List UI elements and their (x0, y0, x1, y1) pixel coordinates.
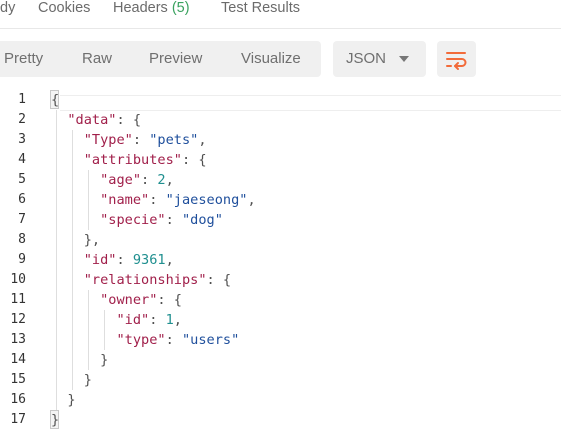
json-key: "Type" (83, 132, 133, 148)
json-punct: , (198, 132, 207, 148)
json-punct: : (149, 192, 166, 208)
tab-headers[interactable]: Headers (5) (113, 0, 190, 20)
json-punct: { (51, 92, 60, 108)
code-line: } (51, 370, 92, 390)
json-punct: : { (157, 292, 182, 308)
tab-headers-label: Headers (113, 0, 168, 16)
json-punct: : (165, 332, 182, 348)
code-line: "name": "jaeseong", (51, 190, 256, 210)
line-number: 15 (10, 372, 26, 387)
json-punct: } (51, 412, 60, 428)
format-select-value: JSON (346, 50, 387, 67)
wrap-lines-icon (446, 52, 467, 70)
line-number: 9 (18, 252, 26, 267)
line-number: 16 (10, 392, 26, 407)
json-number: 2 (157, 172, 166, 188)
json-punct: } (100, 352, 109, 368)
json-string: "dog" (181, 212, 223, 228)
format-select[interactable]: JSON (333, 41, 426, 77)
json-punct: : { (181, 152, 207, 168)
json-string: "pets" (149, 132, 199, 148)
tab-body[interactable]: dy (0, 0, 15, 20)
json-punct: : { (206, 272, 232, 288)
line-number: 3 (18, 132, 26, 147)
json-punct: }, (83, 232, 101, 248)
code-line: } (51, 390, 76, 410)
json-punct: , (165, 252, 174, 268)
code-line: } (51, 410, 59, 430)
line-number: 11 (10, 292, 26, 307)
code-line: "data": { (51, 110, 141, 130)
line-number: 2 (18, 112, 26, 127)
code-line: "id": 9361, (51, 250, 174, 270)
line-number: 1 (18, 92, 26, 107)
line-number: 8 (18, 232, 26, 247)
json-string: "users" (181, 332, 240, 348)
json-punct: : { (116, 112, 142, 128)
json-key: "data" (67, 112, 117, 128)
line-number: 7 (18, 212, 26, 227)
code-line: } (51, 350, 108, 370)
view-preview-button[interactable]: Preview (149, 41, 202, 77)
wrap-lines-button[interactable] (437, 41, 476, 77)
line-number: 13 (10, 332, 26, 347)
json-key: "name" (100, 192, 150, 208)
view-pretty-button[interactable]: Pretty (4, 41, 43, 77)
json-punct: , (165, 172, 174, 188)
json-key: "id" (116, 312, 150, 328)
code-line: "specie": "dog" (51, 210, 223, 230)
json-number: 1 (165, 312, 174, 328)
json-punct: : (165, 212, 182, 228)
code-line: "owner": { (51, 290, 182, 310)
code-line: "relationships": { (51, 270, 231, 290)
json-punct: , (247, 192, 256, 208)
view-raw-button[interactable]: Raw (82, 41, 112, 77)
json-key: "specie" (100, 212, 166, 228)
chevron-down-icon (399, 56, 409, 62)
view-mode-control: Pretty Raw Preview Visualize (0, 41, 321, 77)
response-tabs: dy Cookies Headers (5) Test Results (0, 0, 561, 29)
json-key: "owner" (100, 292, 158, 308)
json-key: "type" (116, 332, 166, 348)
json-punct: : (116, 252, 133, 268)
json-punct: } (83, 372, 92, 388)
code-line: "id": 1, (51, 310, 182, 330)
line-number: 14 (10, 352, 26, 367)
json-punct: : (149, 312, 166, 328)
code-line: }, (51, 230, 100, 250)
code-line: "Type": "pets", (51, 130, 207, 150)
json-key: "id" (83, 252, 117, 268)
json-punct: } (67, 392, 76, 408)
line-number: 4 (18, 152, 26, 167)
code-line: { (51, 90, 59, 110)
view-visualize-button[interactable]: Visualize (241, 41, 301, 77)
line-number: 17 (10, 412, 26, 427)
line-number: 10 (10, 272, 26, 287)
line-number: 6 (18, 192, 26, 207)
json-punct: , (173, 312, 182, 328)
line-number: 12 (10, 312, 26, 327)
headers-count-badge: (5) (171, 0, 190, 16)
json-string: "jaeseong" (165, 192, 248, 208)
response-body-viewer[interactable]: 1 2 3 4 5 6 7 8 9 10 11 12 13 14 15 16 1… (0, 90, 561, 437)
code-line: "type": "users" (51, 330, 239, 350)
json-key: "age" (100, 172, 142, 188)
tab-cookies[interactable]: Cookies (38, 0, 90, 20)
json-key: "relationships" (83, 272, 207, 288)
code-line: "age": 2, (51, 170, 174, 190)
current-line-highlight (60, 95, 561, 111)
code-line: "attributes": { (51, 150, 207, 170)
json-number: 9361 (132, 252, 166, 268)
json-punct: : (141, 172, 158, 188)
json-key: "attributes" (83, 152, 182, 168)
json-punct: : (132, 132, 150, 148)
tab-test-results[interactable]: Test Results (221, 0, 300, 20)
line-number: 5 (18, 172, 26, 187)
